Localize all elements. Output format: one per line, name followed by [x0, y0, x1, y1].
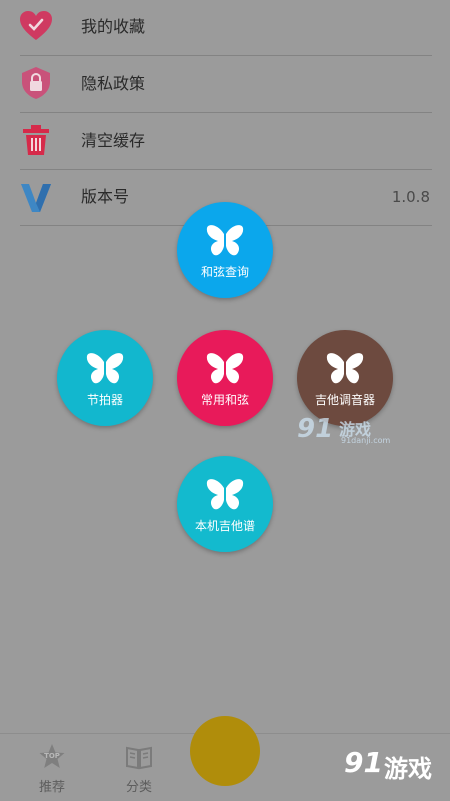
privacy-shield-icon	[22, 67, 50, 99]
floating-action-button[interactable]	[190, 716, 260, 786]
settings-item-privacy[interactable]: 隐私政策	[0, 57, 450, 113]
settings-item-label: 版本号	[81, 187, 130, 206]
butterfly-icon	[326, 353, 364, 384]
menu-label: 吉他调音器	[314, 393, 375, 407]
watermark-logo: 91 游戏 91danji.com	[297, 414, 397, 448]
tab-category[interactable]: 分类	[104, 734, 174, 801]
menu-common-chords-button[interactable]: 常用和弦	[177, 330, 273, 426]
svg-text:TOP: TOP	[44, 752, 60, 760]
settings-item-favorites[interactable]: 我的收藏	[0, 0, 450, 56]
butterfly-icon	[206, 353, 244, 384]
favorite-heart-icon	[20, 11, 52, 40]
menu-guitar-tuner-button[interactable]: 吉他调音器	[297, 330, 393, 426]
menu-label: 常用和弦	[200, 393, 249, 407]
watermark-logo-bottom: 91 游戏	[296, 738, 450, 798]
butterfly-icon	[86, 353, 124, 384]
watermark-text: 游戏	[384, 755, 432, 783]
watermark-url: 91danji.com	[341, 436, 391, 445]
version-value: 1.0.8	[391, 188, 430, 206]
divider	[20, 55, 432, 56]
tab-label: 分类	[125, 780, 152, 795]
settings-item-label: 清空缓存	[81, 131, 146, 150]
menu-label: 本机吉他谱	[194, 519, 255, 533]
watermark-number: 91	[297, 414, 334, 444]
tab-label: 推荐	[38, 780, 65, 795]
menu-local-guitar-tabs-button[interactable]: 本机吉他谱	[177, 456, 273, 552]
version-v-icon	[21, 184, 51, 212]
watermark-number: 91	[344, 746, 383, 779]
tab-recommend[interactable]: TOP 推荐	[17, 734, 87, 801]
trash-icon	[23, 125, 49, 155]
menu-label: 节拍器	[86, 393, 123, 407]
menu-chord-lookup-button[interactable]: 和弦查询	[177, 202, 273, 298]
book-icon	[126, 746, 152, 770]
settings-item-clear-cache[interactable]: 清空缓存	[0, 114, 450, 170]
menu-metronome-button[interactable]: 节拍器	[57, 330, 153, 426]
top-star-icon: TOP	[39, 744, 65, 768]
settings-item-label: 隐私政策	[81, 74, 146, 93]
butterfly-icon	[206, 479, 244, 510]
divider	[20, 112, 432, 113]
menu-label: 和弦查询	[200, 265, 249, 279]
settings-item-label: 我的收藏	[81, 17, 146, 36]
butterfly-icon	[206, 225, 244, 256]
